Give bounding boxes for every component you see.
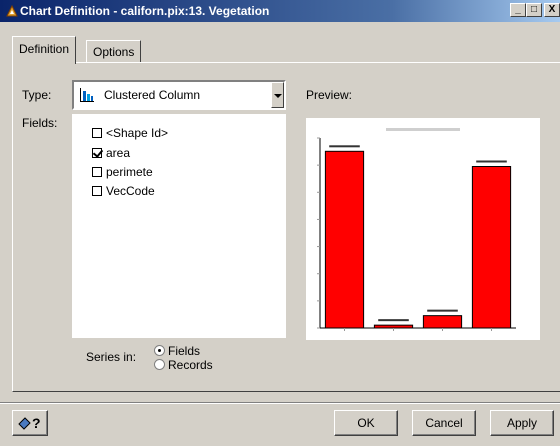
tab-options[interactable]: Options — [86, 40, 142, 62]
radio-label: Records — [168, 358, 213, 372]
data-label-placeholder — [329, 145, 360, 148]
cancel-button[interactable]: Cancel — [412, 410, 476, 436]
radio[interactable] — [154, 359, 165, 370]
minimize-button[interactable]: _ — [510, 3, 526, 17]
data-label-placeholder — [476, 160, 507, 163]
bar — [422, 315, 463, 329]
fields-list: <Shape Id> area perimete VecCode — [72, 114, 286, 338]
series-records-option[interactable]: Records — [154, 358, 213, 372]
chevron-down-icon[interactable] — [271, 82, 284, 108]
clustered-column-chart-icon — [80, 88, 94, 102]
field-label: <Shape Id> — [106, 126, 169, 140]
bar — [471, 166, 512, 329]
preview-title-placeholder — [386, 128, 460, 131]
field-veccode[interactable]: VecCode — [92, 184, 155, 202]
data-label-placeholder — [427, 309, 458, 312]
bar — [324, 150, 365, 329]
data-label-placeholder — [378, 319, 409, 322]
fields-label: Fields: — [22, 116, 58, 130]
chart-preview — [306, 118, 540, 340]
field-perimete[interactable]: perimete — [92, 165, 153, 183]
field-area[interactable]: area — [92, 146, 130, 164]
svg-text:?: ? — [32, 415, 41, 431]
checkbox-checked[interactable] — [92, 148, 102, 158]
checkbox[interactable] — [92, 167, 102, 177]
maximize-button[interactable]: □ — [526, 3, 542, 17]
checkbox[interactable] — [92, 186, 102, 196]
series-fields-option[interactable]: Fields — [154, 344, 200, 358]
series-in-label: Series in: — [86, 350, 137, 364]
field-shape-id[interactable]: <Shape Id> — [92, 126, 168, 144]
field-label: area — [106, 146, 131, 160]
bar — [373, 324, 414, 329]
chart-definition-dialog: Chart Definition - californ.pix:13. Vege… — [0, 0, 560, 446]
tab-definition[interactable]: Definition — [12, 36, 77, 64]
field-label: perimete — [106, 165, 153, 179]
title-bar[interactable]: Chart Definition - californ.pix:13. Vege… — [0, 0, 560, 22]
radio-selected[interactable] — [154, 345, 165, 356]
chart-type-value: Clustered Column — [104, 88, 201, 102]
app-icon — [6, 4, 18, 17]
divider — [0, 402, 560, 404]
chart-type-select[interactable]: Clustered Column — [72, 80, 286, 110]
apply-button[interactable]: Apply — [490, 410, 554, 436]
close-button[interactable]: X — [544, 3, 560, 17]
help-button[interactable]: ? — [12, 410, 48, 436]
radio-label: Fields — [168, 344, 201, 358]
type-label: Type: — [22, 88, 52, 102]
help-pointer-icon: ? — [18, 415, 41, 431]
preview-label: Preview: — [306, 88, 353, 102]
preview-chart — [317, 128, 516, 331]
checkbox[interactable] — [92, 128, 102, 138]
window-title: Chart Definition - californ.pix:13. Vege… — [20, 4, 270, 18]
ok-button[interactable]: OK — [334, 410, 398, 436]
field-label: VecCode — [106, 184, 155, 198]
